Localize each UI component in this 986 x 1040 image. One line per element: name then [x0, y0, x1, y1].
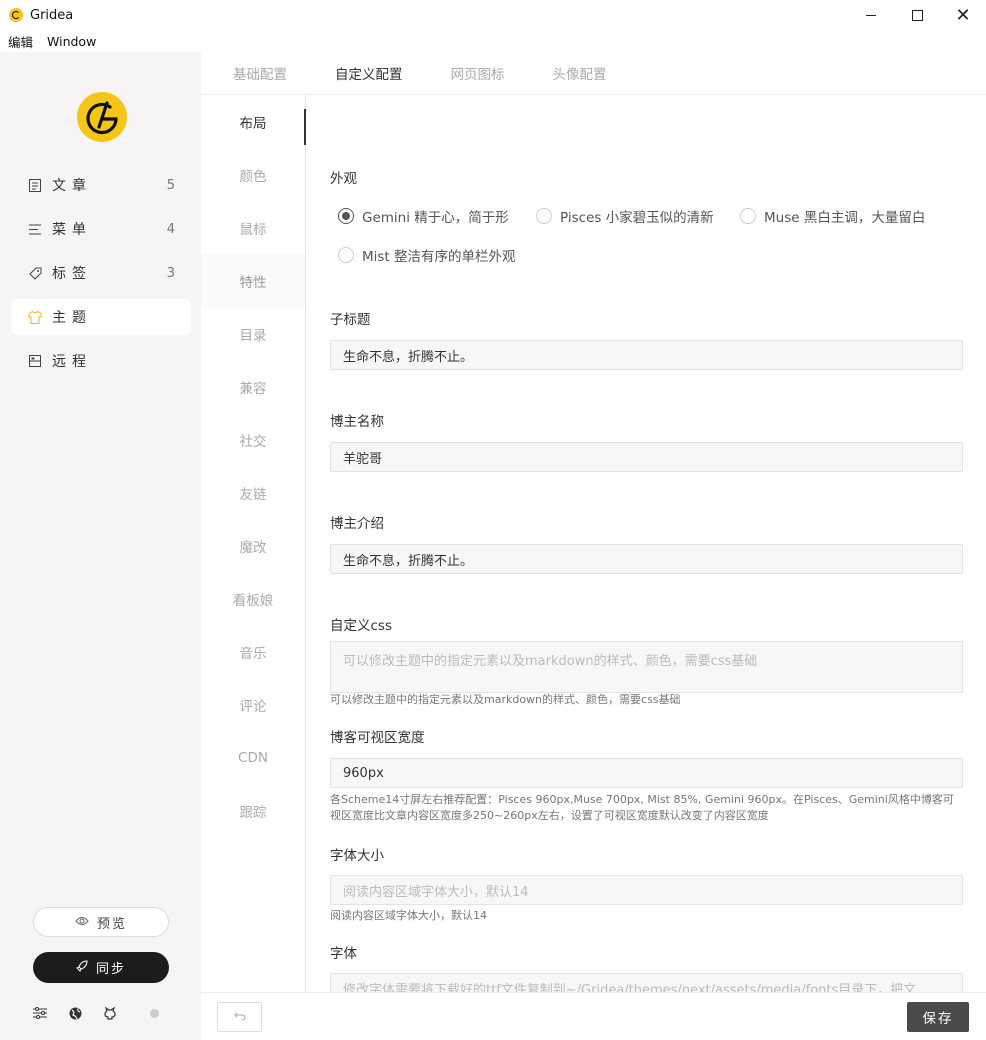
status-dot	[150, 1008, 159, 1018]
maximize-icon[interactable]	[894, 0, 940, 30]
subnav-item-friends[interactable]: 友链	[201, 466, 305, 519]
gridea-logo	[77, 92, 127, 142]
shirt-icon	[28, 310, 42, 324]
save-button[interactable]: 保存	[907, 1002, 969, 1032]
sidebar-item-count: 5	[166, 177, 175, 193]
close-icon[interactable]: ✕	[940, 0, 986, 30]
subnav-item-mods[interactable]: 魔改	[201, 519, 305, 572]
subnav-item-layout[interactable]: 布局	[201, 95, 306, 148]
custom-css-label: 自定义css	[330, 618, 392, 634]
subnav-item-color[interactable]: 颜色	[201, 148, 305, 201]
radio-muse[interactable]: Muse 黑白主调，大量留白	[740, 206, 925, 226]
sidebar-footer	[33, 1006, 180, 1020]
author-intro-label: 博主介绍	[330, 516, 384, 532]
sidebar-item-theme[interactable]: 主题	[11, 299, 191, 335]
tab-favicon[interactable]: 网页图标	[451, 63, 505, 83]
radio-muse-circle	[740, 208, 756, 224]
menu-icon	[28, 222, 42, 236]
menu-bar: 编辑 Window	[0, 30, 102, 52]
settings-form: 外观 Gemini 精于心，简于形 Pisces 小家碧玉似的清新 Muse 黑…	[306, 95, 986, 992]
preview-label: 预览	[96, 916, 127, 932]
tab-avatar-config[interactable]: 头像配置	[553, 63, 607, 83]
view-width-hint: 各Scheme14寸屏左右推荐配置：Pisces 960px,Muse 700p…	[330, 793, 954, 822]
sidebar-item-tags[interactable]: 标签 3	[11, 255, 191, 291]
subnav-item-social[interactable]: 社交	[201, 413, 305, 466]
radio-mist[interactable]: Mist 整洁有序的单栏外观	[338, 245, 516, 265]
author-name-input[interactable]: 羊驼哥	[330, 442, 963, 472]
subnav-item-features[interactable]: 特性	[201, 254, 305, 307]
font-label: 字体	[330, 946, 357, 962]
eye-icon	[75, 915, 89, 929]
subnav-item-music[interactable]: 音乐	[201, 625, 305, 678]
globe-icon[interactable]	[68, 1006, 82, 1020]
sidebar-item-label: 远程	[52, 354, 92, 370]
sidebar-item-label: 菜单	[52, 222, 92, 238]
window-controls: ✕	[848, 0, 986, 30]
radio-pisces-label: Pisces 小家碧玉似的清新	[560, 210, 714, 226]
subnav-item-mouse[interactable]: 鼠标	[201, 201, 305, 254]
gridea-logo-icon	[86, 101, 118, 135]
radio-pisces-circle	[536, 208, 552, 224]
subnav-item-live2d[interactable]: 看板娘	[201, 572, 305, 625]
sidebar-item-posts[interactable]: 文章 5	[11, 167, 191, 203]
sidebar-item-count: 3	[166, 265, 175, 281]
sync-button[interactable]: 同步	[33, 952, 169, 983]
sidebar-item-menu[interactable]: 菜单 4	[11, 211, 191, 247]
document-icon	[28, 178, 42, 192]
font-size-input[interactable]: 阅读内容区域字体大小，默认14	[330, 875, 963, 905]
custom-css-textarea[interactable]: 可以修改主题中的指定元素以及markdown的样式、颜色，需要css基础	[330, 641, 963, 693]
subnav-item-toc[interactable]: 目录	[201, 307, 305, 360]
tab-basic-config[interactable]: 基础配置	[233, 63, 287, 83]
sidebar-item-label: 主题	[52, 310, 92, 326]
github-icon[interactable]	[103, 1006, 117, 1020]
sidebar-item-label: 文章	[52, 178, 92, 194]
sidebar: 文章 5 菜单 4 标签 3 主题 远程 预览 同步	[0, 52, 201, 1040]
font-input[interactable]: 修改字体需要将下载好的ttf文件复制到~/Gridea/themes/next/…	[330, 973, 963, 992]
view-width-label: 博客可视区宽度	[330, 730, 425, 746]
config-tabs: 基础配置 自定义配置 网页图标 头像配置	[201, 52, 986, 95]
view-width-input[interactable]: 960px	[330, 758, 963, 788]
tag-icon	[28, 266, 42, 280]
author-intro-input[interactable]: 生命不息，折腾不止。	[330, 544, 963, 574]
menu-edit[interactable]: 编辑	[8, 32, 33, 51]
radio-gemini-circle	[338, 208, 354, 224]
rocket-icon	[76, 960, 88, 975]
radio-mist-label: Mist 整洁有序的单栏外观	[362, 249, 516, 265]
font-size-hint: 阅读内容区域字体大小，默认14	[330, 909, 487, 922]
sub-nav: 布局 颜色 鼠标 特性 目录 兼容 社交 友链 魔改 看板娘 音乐 评论 CDN…	[201, 95, 306, 992]
radio-gemini-label: Gemini 精于心，简于形	[362, 210, 509, 226]
footer-bar: 保存	[201, 992, 986, 1040]
sidebar-item-count: 4	[166, 221, 175, 237]
subnav-item-cdn[interactable]: CDN	[201, 731, 305, 784]
radio-muse-label: Muse 黑白主调，大量留白	[764, 210, 926, 226]
author-name-label: 博主名称	[330, 414, 384, 430]
menu-window[interactable]: Window	[47, 34, 96, 49]
settings-sliders-icon[interactable]	[33, 1006, 47, 1020]
subtitle-input[interactable]: 生命不息，折腾不止。	[330, 340, 963, 370]
sidebar-nav: 文章 5 菜单 4 标签 3 主题 远程	[11, 167, 191, 387]
undo-icon	[233, 1010, 246, 1025]
subnav-item-tracking[interactable]: 跟踪	[201, 784, 305, 837]
subtitle-label: 子标题	[330, 312, 371, 328]
radio-mist-circle	[338, 247, 354, 263]
remote-icon	[28, 354, 42, 368]
subnav-item-comments[interactable]: 评论	[201, 678, 305, 731]
appearance-label: 外观	[330, 171, 357, 187]
custom-css-hint: 可以修改主题中的指定元素以及markdown的样式、颜色，需要css基础	[330, 693, 681, 706]
radio-gemini[interactable]: Gemini 精于心，简于形	[338, 206, 509, 226]
tab-custom-config[interactable]: 自定义配置	[335, 63, 403, 83]
subnav-item-compat[interactable]: 兼容	[201, 360, 305, 413]
window-title: Gridea	[30, 7, 74, 23]
title-bar: Gridea ✕	[0, 0, 986, 30]
radio-pisces[interactable]: Pisces 小家碧玉似的清新	[536, 206, 714, 226]
minimize-icon[interactable]	[848, 0, 894, 30]
app-logo-icon	[9, 8, 23, 22]
font-size-label: 字体大小	[330, 848, 384, 864]
preview-button[interactable]: 预览	[33, 907, 169, 937]
undo-button[interactable]	[217, 1002, 262, 1032]
sidebar-item-remote[interactable]: 远程	[11, 343, 191, 379]
sync-label: 同步	[95, 962, 126, 977]
sidebar-item-label: 标签	[52, 266, 92, 282]
